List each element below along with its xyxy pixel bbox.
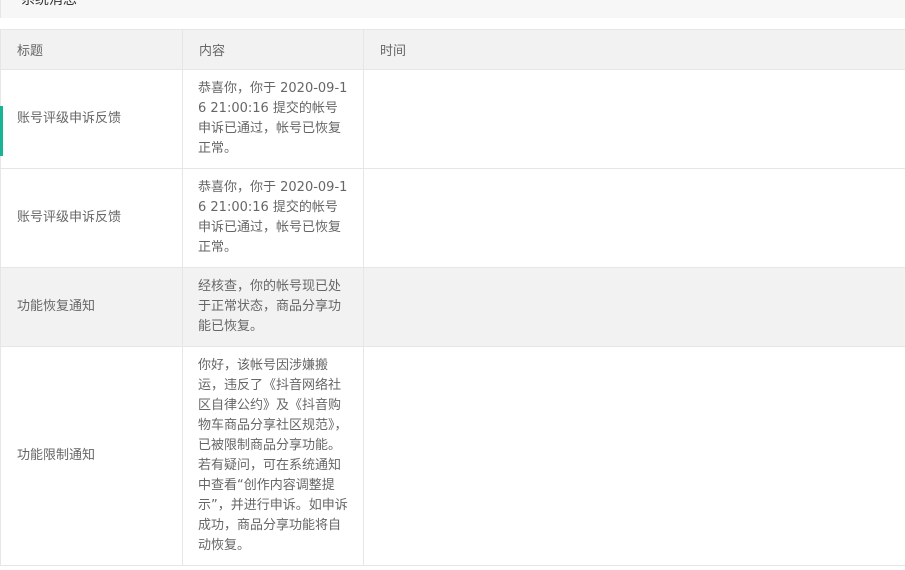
message-time bbox=[363, 267, 905, 347]
table-row: 功能恢复通知 经核查，你的帐号现已处于正常状态，商品分享功能已恢复。 bbox=[0, 267, 905, 347]
column-header-time: 时间 bbox=[363, 29, 905, 70]
table-row: 功能限制通知 你好，该帐号因涉嫌搬运，违反了《抖音网络社区自律公约》及《抖音购物… bbox=[0, 346, 905, 566]
message-content: 恭喜你，你于 2020-09-16 21:00:16 提交的帐号申诉已通过，帐号… bbox=[182, 69, 364, 169]
message-title: 功能限制通知 bbox=[0, 346, 183, 566]
message-time bbox=[363, 346, 905, 566]
message-time bbox=[363, 168, 905, 268]
table-row: 账号评级申诉反馈 恭喜你，你于 2020-09-16 21:00:16 提交的帐… bbox=[0, 168, 905, 268]
section-header: 系统消息 bbox=[0, 0, 905, 18]
message-content: 经核查，你的帐号现已处于正常状态，商品分享功能已恢复。 bbox=[182, 267, 364, 347]
message-content: 你好，该帐号因涉嫌搬运，违反了《抖音网络社区自律公约》及《抖音购物车商品分享社区… bbox=[182, 346, 364, 566]
table-row: 账号评级申诉反馈 恭喜你，你于 2020-09-16 21:00:16 提交的帐… bbox=[0, 69, 905, 169]
section-title: 系统消息 bbox=[21, 0, 77, 8]
table-header-row: 标题 内容 时间 bbox=[0, 29, 905, 70]
active-indicator bbox=[0, 106, 3, 156]
message-table: 标题 内容 时间 账号评级申诉反馈 恭喜你，你于 2020-09-16 21:0… bbox=[0, 29, 905, 566]
column-header-content: 内容 bbox=[182, 29, 364, 70]
message-title: 功能恢复通知 bbox=[0, 267, 183, 347]
message-title: 账号评级申诉反馈 bbox=[0, 69, 183, 169]
message-content: 恭喜你，你于 2020-09-16 21:00:16 提交的帐号申诉已通过，帐号… bbox=[182, 168, 364, 268]
section-gap bbox=[0, 18, 905, 29]
message-title: 账号评级申诉反馈 bbox=[0, 168, 183, 268]
message-page: 系统消息 标题 内容 时间 账号评级申诉反馈 恭喜你，你于 2020-09-16… bbox=[0, 0, 905, 570]
message-time bbox=[363, 69, 905, 169]
column-header-title: 标题 bbox=[0, 29, 183, 70]
